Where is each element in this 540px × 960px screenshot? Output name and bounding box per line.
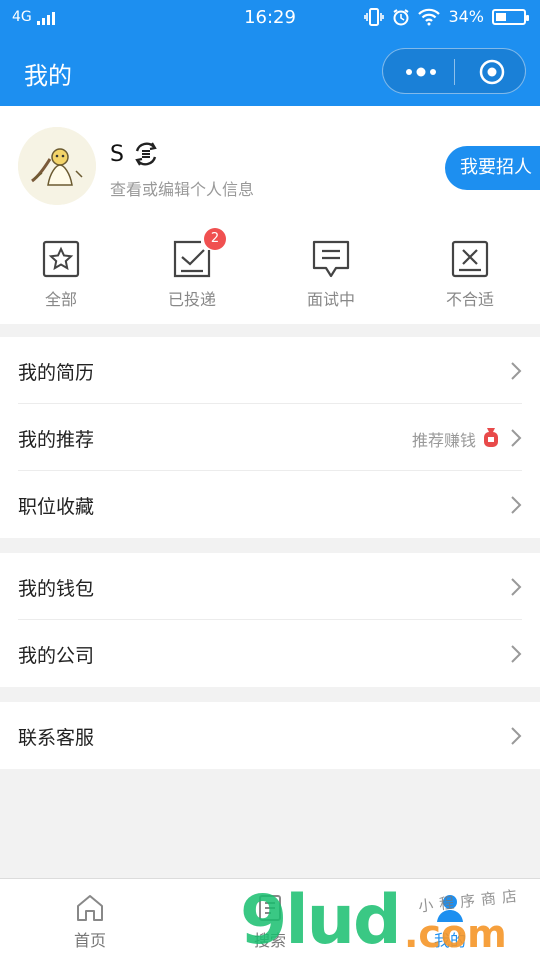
menu-label: 联系客服 xyxy=(18,727,95,749)
menu-group-3: 联系客服 xyxy=(0,702,540,769)
menu-my-wallet[interactable]: 我的钱包 xyxy=(18,553,522,620)
status-delivered[interactable]: 2 已投递 xyxy=(132,228,252,310)
alarm-icon xyxy=(393,8,409,25)
status-all[interactable]: 全部 xyxy=(1,236,121,310)
chevron-right-icon xyxy=(511,496,522,514)
menu-label: 职位收藏 xyxy=(18,496,95,518)
application-status-row: 全部 2 已投递 面试中 不合适 xyxy=(0,228,540,316)
tab-mine[interactable]: 我的 xyxy=(360,879,540,960)
status-right: 34% xyxy=(364,7,529,26)
target-icon[interactable] xyxy=(479,59,505,85)
menu-label: 我的钱包 xyxy=(18,578,95,600)
more-icon[interactable] xyxy=(401,61,441,83)
status-unsuitable-label: 不合适 xyxy=(445,290,494,309)
menu-my-resume[interactable]: 我的简历 xyxy=(18,337,522,404)
chevron-right-icon xyxy=(511,578,522,596)
tab-search[interactable]: 搜索 xyxy=(180,879,360,960)
tab-label: 我的 xyxy=(433,931,466,950)
miniprogram-capsule[interactable] xyxy=(382,48,526,94)
bottom-tab-bar: 首页 搜索 我的 xyxy=(0,878,540,960)
capsule-divider xyxy=(454,59,455,85)
vibrate-icon xyxy=(364,7,385,26)
chevron-right-icon xyxy=(511,645,522,663)
user-icon xyxy=(437,895,463,922)
tab-label: 首页 xyxy=(73,931,106,950)
menu-my-company[interactable]: 我的公司 xyxy=(18,620,522,687)
wifi-icon xyxy=(418,8,441,25)
search-icon xyxy=(259,895,281,921)
menu-label: 我的公司 xyxy=(18,645,95,667)
page-title: 我的 xyxy=(24,62,72,90)
home-icon xyxy=(77,895,103,921)
status-bar: 4G 16:29 34% xyxy=(0,0,540,36)
menu-my-referral[interactable]: 我的推荐 推荐赚钱 xyxy=(18,404,522,471)
switch-identity-icon[interactable] xyxy=(132,140,160,168)
x-box-icon xyxy=(451,240,489,278)
menu-label: 我的推荐 xyxy=(18,429,95,451)
star-box-icon xyxy=(42,240,80,278)
delivered-count-badge: 2 xyxy=(204,228,226,250)
tab-home[interactable]: 首页 xyxy=(0,879,180,960)
menu-saved-jobs[interactable]: 职位收藏 xyxy=(18,471,522,538)
referral-earn-hint: 推荐赚钱 xyxy=(411,431,476,450)
chevron-right-icon xyxy=(511,362,522,380)
chevron-right-icon xyxy=(511,727,522,745)
money-bag-icon xyxy=(484,428,498,447)
status-delivered-label: 已投递 xyxy=(167,290,216,309)
profile-card: S 查看或编辑个人信息 我要招人 全部 2 已投递 面试中 不合适 xyxy=(0,106,540,324)
avatar[interactable] xyxy=(18,127,96,205)
status-unsuitable[interactable]: 不合适 xyxy=(410,236,530,310)
menu-customer-service[interactable]: 联系客服 xyxy=(18,702,522,769)
tab-label: 搜索 xyxy=(253,931,286,950)
app-header: 4G 16:29 34% 我的 xyxy=(0,0,540,106)
chevron-right-icon xyxy=(511,429,522,447)
menu-group-1: 我的简历 我的推荐 推荐赚钱 职位收藏 xyxy=(0,337,540,538)
user-name: S xyxy=(110,142,124,167)
status-interviewing-label: 面试中 xyxy=(306,290,355,309)
battery-percent: 34% xyxy=(448,7,484,26)
battery-icon xyxy=(492,8,529,25)
menu-label: 我的简历 xyxy=(18,362,95,384)
menu-group-2: 我的钱包 我的公司 xyxy=(0,553,540,687)
avatar-illustration xyxy=(18,127,96,205)
recruit-button[interactable]: 我要招人 xyxy=(445,146,540,190)
chat-icon xyxy=(312,240,350,278)
edit-profile-link[interactable]: 查看或编辑个人信息 xyxy=(110,176,254,200)
status-all-label: 全部 xyxy=(44,290,77,309)
status-interviewing[interactable]: 面试中 xyxy=(271,236,391,310)
